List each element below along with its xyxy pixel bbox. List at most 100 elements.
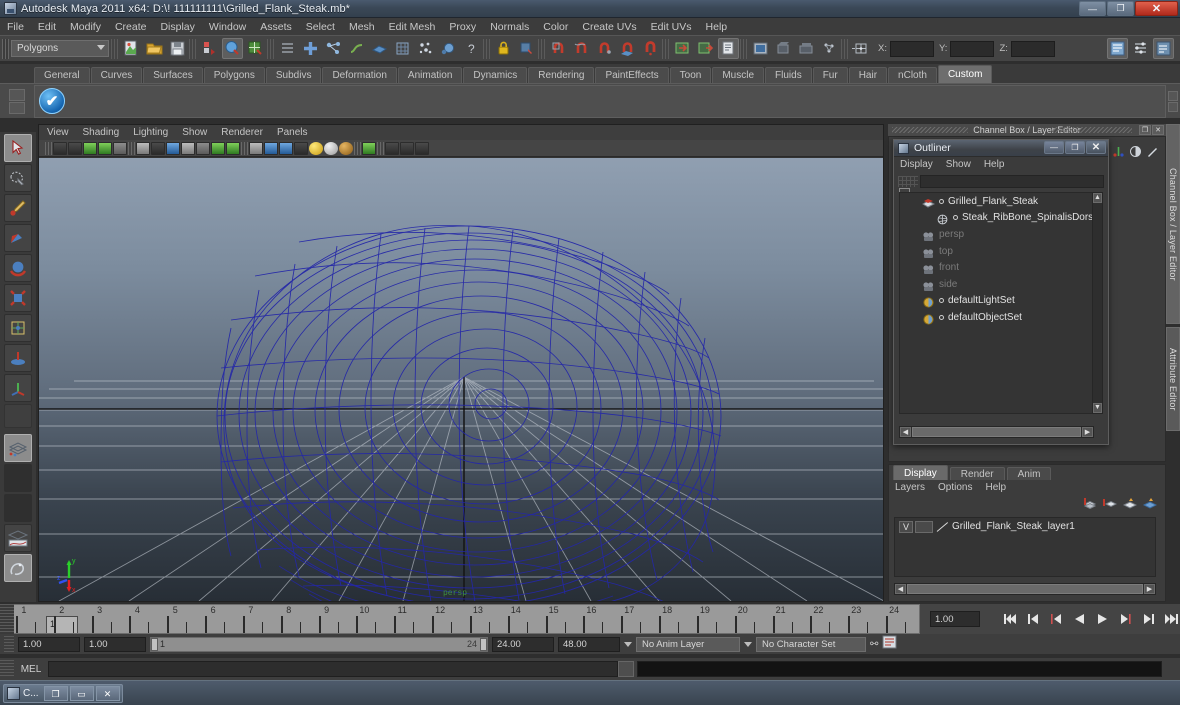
paint-select-tool[interactable] [4, 194, 32, 222]
outliner-scroll-left-button[interactable]: ◀ [900, 427, 911, 437]
new-layer-icon[interactable] [1083, 496, 1097, 508]
range-left-handle[interactable] [151, 638, 158, 651]
selection-mode-dropdown[interactable]: Polygons [11, 40, 109, 57]
construction-history-on-icon[interactable] [672, 38, 693, 59]
outliner-item-steak_ribbone_spinalisdorsi[interactable]: Steak_RibBone_SpinalisDorsi [900, 210, 1093, 227]
shelf-tab-toon[interactable]: Toon [670, 67, 712, 83]
show-tool-settings-icon[interactable] [1153, 38, 1174, 59]
shelf-tab-dynamics[interactable]: Dynamics [463, 67, 527, 83]
outliner-menu-display[interactable]: Display [900, 159, 933, 170]
single-perspective-layout[interactable] [4, 434, 32, 462]
close-button[interactable]: ✕ [1135, 1, 1178, 16]
go-to-start-button[interactable] [1002, 610, 1019, 628]
menu-item-mesh[interactable]: Mesh [349, 21, 375, 33]
shelf-tab-subdivs[interactable]: Subdivs [266, 67, 322, 83]
snap-to-point-icon[interactable] [594, 38, 615, 59]
universal-manipulator-tool[interactable] [4, 314, 32, 342]
dynamics-icon[interactable] [438, 38, 459, 59]
outliner-close-button[interactable]: ✕ [1086, 141, 1106, 154]
outliner-search-input[interactable] [920, 175, 1104, 188]
outliner-item-front[interactable]: front [900, 259, 1093, 276]
hotbox-layout[interactable] [4, 554, 32, 582]
shelf-tab-ncloth[interactable]: nCloth [888, 67, 937, 83]
add-divider-icon[interactable] [300, 38, 321, 59]
time-slider-track[interactable]: 1 12345678910111213141516171819202122232… [14, 604, 920, 634]
blue-check-icon[interactable]: ✔ [39, 88, 65, 114]
command-line-grip[interactable] [0, 660, 14, 678]
range-right-handle[interactable] [480, 638, 487, 651]
layer-row[interactable]: VGrilled_Flank_Steak_layer1 [895, 518, 1155, 533]
outliner-item-grilled_flank_steak[interactable]: Grilled_Flank_Steak [900, 193, 1093, 210]
viewport-menu-show[interactable]: Show [182, 127, 207, 138]
outliner-menu-show[interactable]: Show [946, 159, 971, 170]
outliner-vertical-scrollbar[interactable]: ▲ ▼ [1092, 192, 1103, 414]
dock-close-button[interactable]: ✕ [1152, 125, 1164, 135]
shelf-tab-surfaces[interactable]: Surfaces [143, 67, 202, 83]
all-lights-icon[interactable] [324, 142, 338, 155]
smooth-preview-icon[interactable] [415, 142, 429, 155]
persp-outliner-layout[interactable] [4, 494, 32, 522]
menu-item-select[interactable]: Select [306, 21, 335, 33]
viewport-menu-view[interactable]: View [47, 127, 69, 138]
outliner-item-list[interactable]: Grilled_Flank_SteakSteak_RibBone_Spinali… [899, 192, 1094, 414]
safe-action-icon[interactable] [211, 142, 225, 155]
select-objects-in-layer-icon[interactable] [1123, 496, 1137, 508]
menu-item-edit-mesh[interactable]: Edit Mesh [389, 21, 436, 33]
scale-tool[interactable] [4, 284, 32, 312]
undo-icon[interactable] [199, 38, 220, 59]
menu-item-normals[interactable]: Normals [490, 21, 529, 33]
right-tab-attribute-editor[interactable]: Attribute Editor [1166, 327, 1180, 431]
smooth-shade-all-icon[interactable] [264, 142, 278, 155]
shelf-tab-curves[interactable]: Curves [91, 67, 143, 83]
new-layer-from-selected-icon[interactable] [1103, 496, 1117, 508]
pencil-icon[interactable] [1146, 145, 1159, 158]
outliner-item-defaultobjectset[interactable]: defaultObjectSet [900, 309, 1093, 326]
outliner-hscroll-thumb[interactable] [912, 427, 1081, 437]
current-frame-field[interactable]: 1.00 [930, 611, 980, 627]
show-manipulator-tool[interactable] [4, 374, 32, 402]
camera-attributes-icon[interactable] [68, 142, 82, 155]
construction-history-off-icon[interactable] [695, 38, 716, 59]
image-plane-icon[interactable] [98, 142, 112, 155]
y-coord-input[interactable] [950, 41, 994, 57]
select-tool[interactable] [4, 134, 32, 162]
outliner-maximize-button[interactable]: ❐ [1065, 141, 1085, 154]
node-connect-icon[interactable] [323, 38, 344, 59]
render-globals-icon[interactable] [819, 38, 840, 59]
taskbar-restore-button[interactable]: ❐ [44, 686, 68, 701]
shelf-tab-painteffects[interactable]: PaintEffects [595, 67, 668, 83]
outliner-item-defaultlightset[interactable]: defaultLightSet [900, 293, 1093, 310]
soft-modification-tool[interactable] [4, 344, 32, 372]
step-back-key-button[interactable] [1025, 610, 1042, 628]
snap-to-curve-icon[interactable] [571, 38, 592, 59]
layer-list[interactable]: VGrilled_Flank_Steak_layer1 [894, 517, 1156, 577]
show-channel-box-icon[interactable] [1107, 38, 1128, 59]
x-coord-input[interactable] [890, 41, 934, 57]
menu-item-edit[interactable]: Edit [38, 21, 56, 33]
step-forward-frame-button[interactable] [1117, 610, 1134, 628]
surface-patch-icon[interactable] [369, 38, 390, 59]
menu-item-display[interactable]: Display [160, 21, 194, 33]
viewport-menu-renderer[interactable]: Renderer [221, 127, 263, 138]
menu-item-edit-uvs[interactable]: Edit UVs [651, 21, 692, 33]
step-back-frame-button[interactable] [1048, 610, 1065, 628]
shelf-tab-general[interactable]: General [34, 67, 90, 83]
gate-mask-icon[interactable] [181, 142, 195, 155]
menu-item-help[interactable]: Help [706, 21, 728, 33]
viewport-menu-shading[interactable]: Shading [83, 127, 120, 138]
time-slider-grip[interactable] [0, 604, 14, 634]
shelf-tab-muscle[interactable]: Muscle [712, 67, 764, 83]
menu-item-window[interactable]: Window [209, 21, 246, 33]
taskbar-maximize-button[interactable]: ▭ [70, 686, 94, 701]
shelf-tab-fluids[interactable]: Fluids [765, 67, 812, 83]
isolate-select-icon[interactable] [362, 142, 376, 155]
film-gate-icon[interactable] [151, 142, 165, 155]
command-line-history-button[interactable] [618, 661, 634, 677]
select-camera-icon[interactable] [53, 142, 67, 155]
toolbar-grip[interactable] [2, 39, 9, 59]
wireframe-shading-icon[interactable] [249, 142, 263, 155]
maximize-button[interactable]: ❐ [1107, 1, 1134, 16]
outliner-horizontal-scrollbar[interactable]: ◀ ▶ [899, 426, 1094, 438]
outliner-minimize-button[interactable]: — [1044, 141, 1064, 154]
save-scene-icon[interactable] [167, 38, 188, 59]
